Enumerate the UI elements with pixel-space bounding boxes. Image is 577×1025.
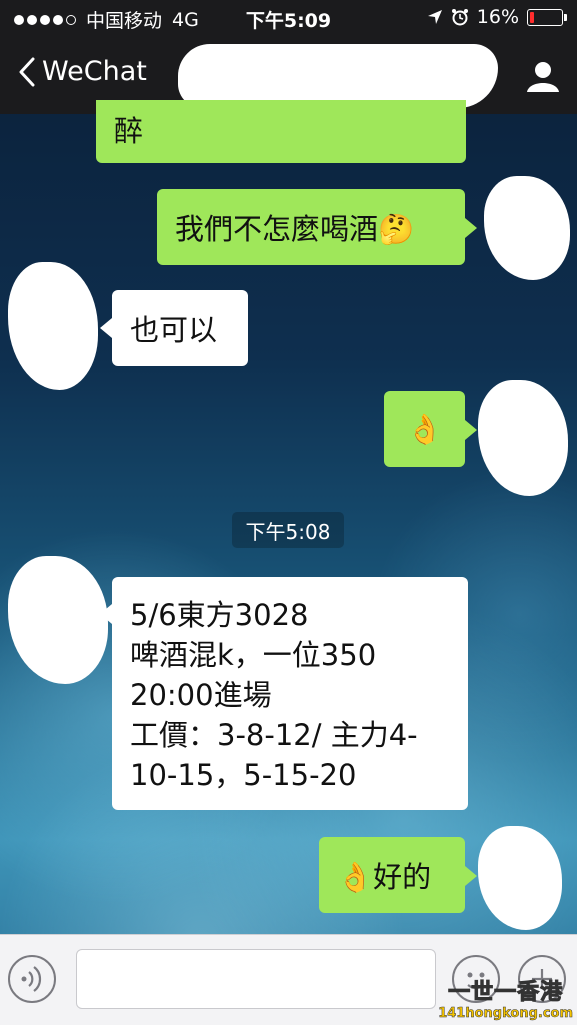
watermark-title: 一世一香港 bbox=[448, 980, 564, 1006]
input-bar: 一世一香港 141hongkong.com bbox=[0, 934, 577, 1025]
sound-wave-icon bbox=[21, 966, 42, 992]
battery-percent: 16% bbox=[476, 6, 519, 28]
battery-icon bbox=[527, 8, 567, 26]
message-input[interactable] bbox=[76, 949, 436, 1009]
location-arrow-icon bbox=[427, 10, 442, 24]
chevron-left-icon bbox=[19, 57, 35, 86]
message-bubble-incoming[interactable]: 也可以 bbox=[112, 290, 248, 366]
avatar[interactable] bbox=[8, 556, 108, 684]
avatar[interactable] bbox=[8, 262, 98, 390]
back-button[interactable]: WeChat bbox=[18, 56, 147, 87]
message-text: 👌 bbox=[406, 411, 443, 446]
message-bubble-outgoing[interactable]: 👌好的 bbox=[319, 837, 465, 913]
status-bar: 中国移动 4G 下午5:09 16% bbox=[0, 0, 577, 36]
message-bubble-outgoing[interactable]: 我們不怎麼喝酒🤔 bbox=[157, 189, 465, 265]
watermark-url: 141hongkong.com bbox=[438, 1006, 573, 1022]
message-bubble-incoming[interactable]: 5/6東方3028 啤酒混k，一位350 20:00進場 工價：3-8-12/ … bbox=[112, 577, 468, 810]
message-text: 我們不怎麼喝酒🤔 bbox=[175, 212, 415, 246]
alarm-icon bbox=[451, 9, 468, 26]
redacted-chat-title bbox=[178, 44, 498, 108]
site-watermark: 一世一香港 141hongkong.com bbox=[438, 974, 573, 1022]
avatar[interactable] bbox=[478, 380, 568, 496]
message-text: 👌好的 bbox=[337, 860, 432, 894]
message-text: 醉 bbox=[114, 114, 144, 148]
message-bubble-outgoing[interactable]: 👌 bbox=[384, 391, 465, 467]
message-timestamp: 下午5:08 bbox=[232, 512, 344, 548]
avatar[interactable] bbox=[484, 176, 570, 280]
message-bubble-outgoing[interactable]: 醉 bbox=[96, 100, 466, 163]
message-text: 也可以 bbox=[130, 313, 218, 347]
profile-icon[interactable] bbox=[525, 58, 561, 94]
avatar[interactable] bbox=[478, 826, 562, 930]
voice-input-button[interactable] bbox=[8, 955, 56, 1003]
message-text: 5/6東方3028 啤酒混k，一位350 20:00進場 工價：3-8-12/ … bbox=[130, 598, 418, 792]
back-label: WeChat bbox=[42, 56, 147, 87]
